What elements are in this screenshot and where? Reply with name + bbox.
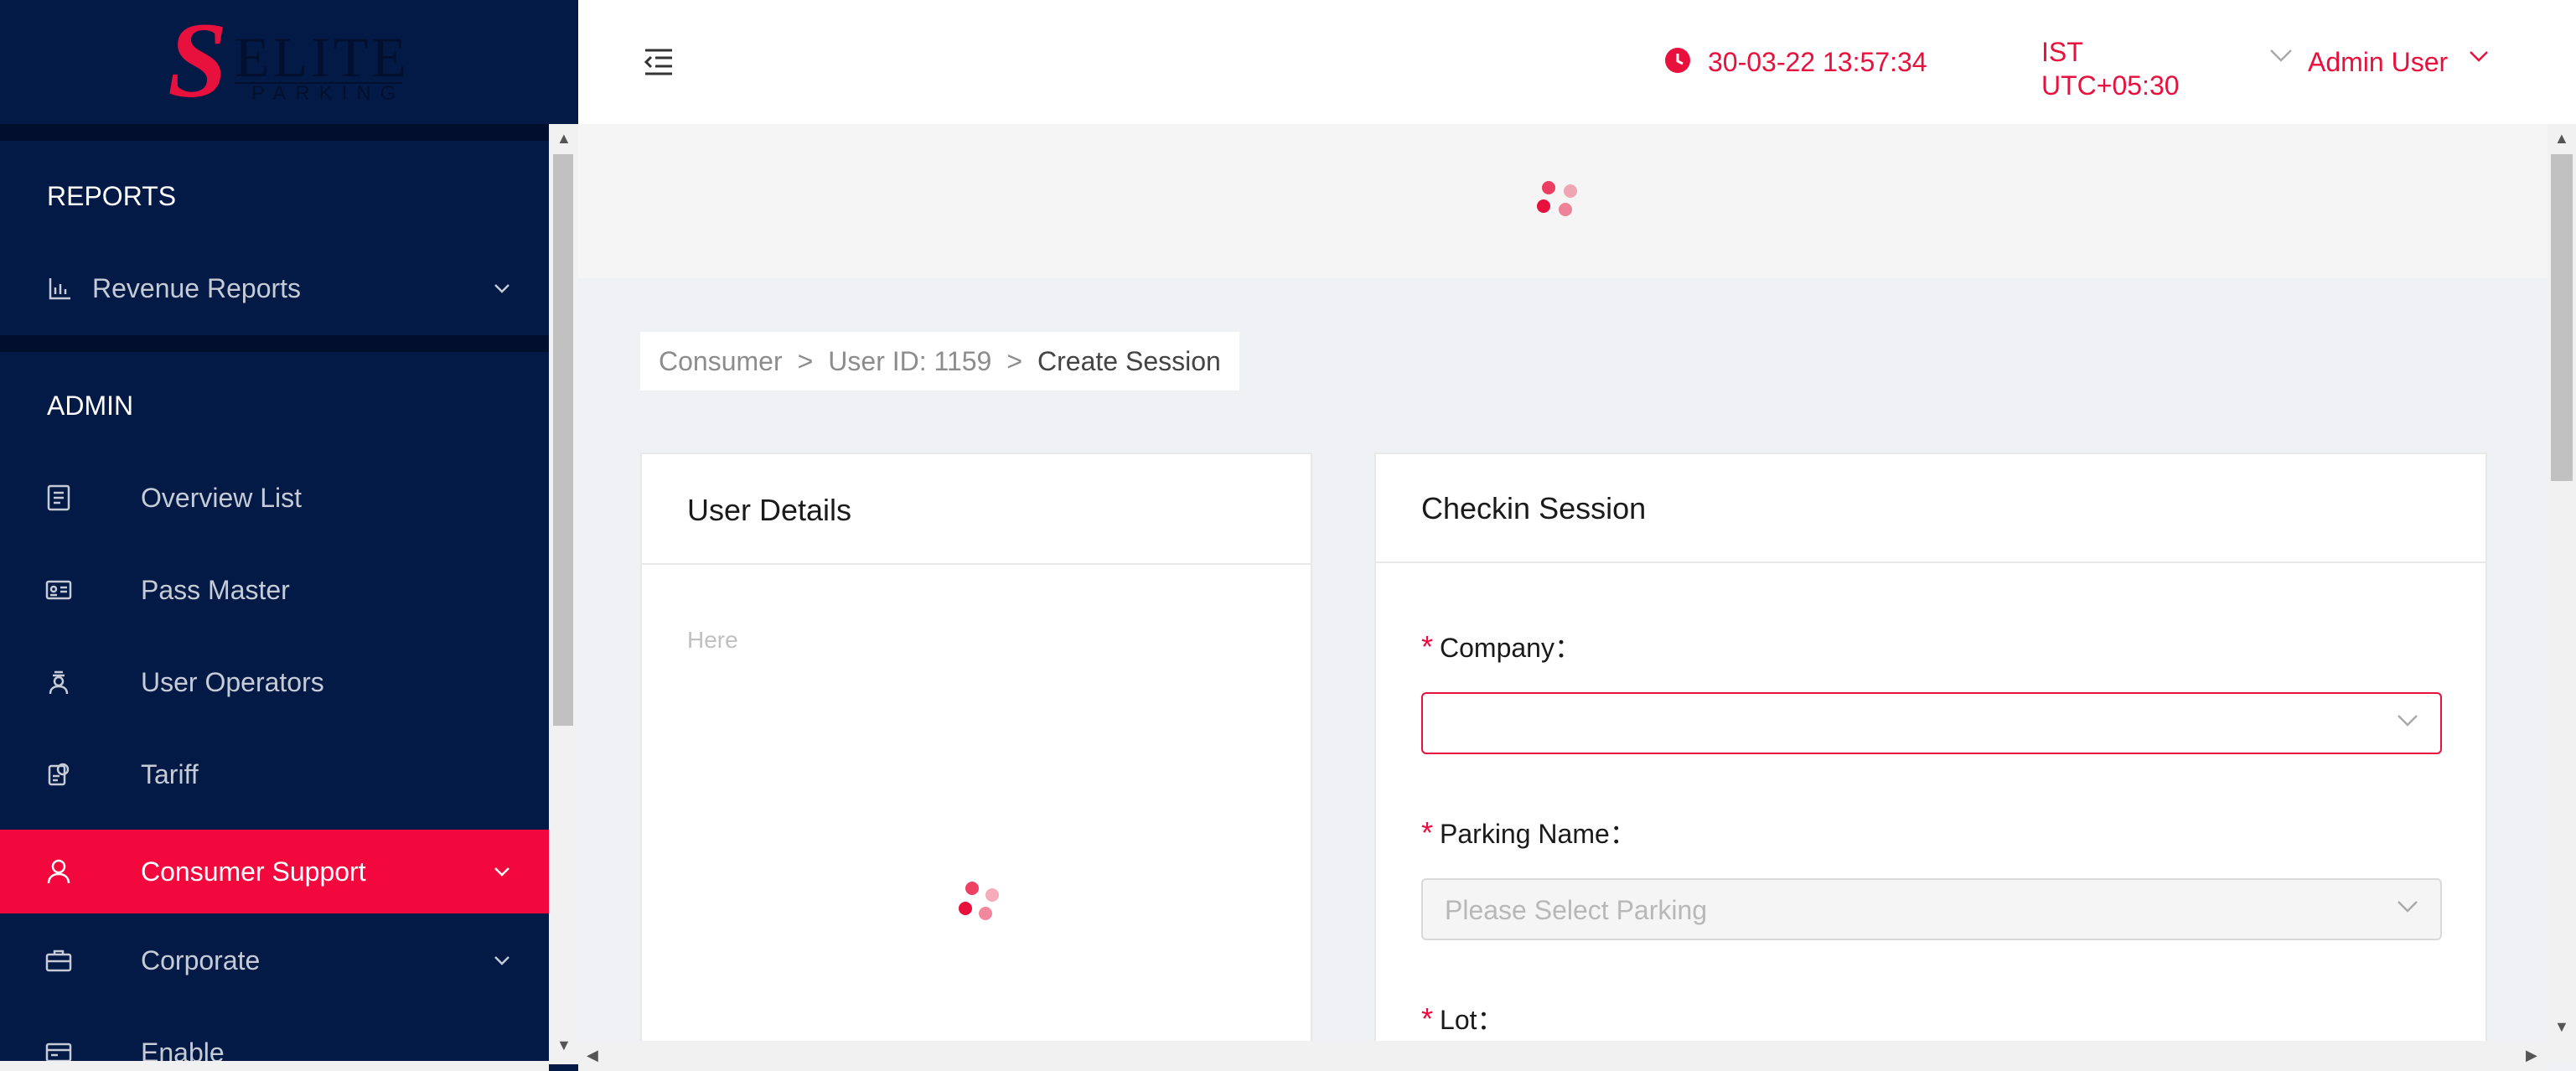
- sidebar-item-label: Tariff: [141, 758, 199, 789]
- required-asterisk: *: [1421, 1001, 1434, 1036]
- chevron-down-icon: [490, 860, 514, 883]
- id-card-icon: [44, 575, 74, 605]
- sidebar-item-label: User Operators: [141, 666, 324, 697]
- logo-letter: S: [168, 1, 228, 120]
- breadcrumb-current: Create Session: [1037, 345, 1221, 376]
- breadcrumb-separator: >: [1006, 345, 1023, 376]
- timezone-abbreviation[interactable]: IST: [2041, 34, 2083, 70]
- scroll-right-arrow-icon[interactable]: ▶: [2526, 1048, 2537, 1063]
- sidebar-horizontal-scrollbar[interactable]: [0, 1061, 549, 1071]
- user-details-card: User Details Here: [640, 453, 1312, 1056]
- section-reports-heading: REPORTS: [47, 181, 177, 211]
- user-details-title: User Details: [687, 493, 852, 527]
- operator-icon: [44, 667, 74, 697]
- sidebar-item-label: Corporate: [141, 944, 261, 975]
- sidebar-item-tariff[interactable]: Tariff: [0, 732, 549, 816]
- sidebar-item-consumer-support[interactable]: Consumer Support: [0, 830, 549, 913]
- loading-spinner-icon: [959, 882, 1007, 929]
- lot-label: * Lot：: [1421, 1001, 1504, 1036]
- sidebar-item-overview-list[interactable]: Overview List: [0, 456, 549, 540]
- required-asterisk: *: [1421, 815, 1434, 850]
- logo-word: ELITE: [235, 25, 410, 89]
- user-menu[interactable]: Admin User: [2308, 47, 2448, 78]
- logo-subtitle: PARKING: [251, 82, 406, 105]
- scroll-up-arrow-icon[interactable]: ▲: [556, 131, 572, 146]
- sidebar-divider: [0, 335, 549, 352]
- main-horizontal-scrollbar[interactable]: [578, 1041, 2548, 1071]
- sidebar-scrollbar-thumb[interactable]: [553, 154, 573, 726]
- breadcrumb: Consumer > User ID: 1159 > Create Sessio…: [640, 332, 1239, 391]
- scroll-down-arrow-icon[interactable]: ▼: [2554, 1019, 2569, 1034]
- sidebar-item-user-operators[interactable]: User Operators: [0, 640, 549, 724]
- timezone-offset[interactable]: UTC+05:30: [2041, 70, 2180, 101]
- chevron-down-icon: [490, 277, 514, 300]
- parking-name-select[interactable]: Please Select Parking: [1421, 878, 2442, 940]
- user-menu-chevron-down-icon[interactable]: [2469, 50, 2489, 70]
- current-datetime: 30-03-22 13:57:34: [1708, 47, 1927, 77]
- parking-name-label: * Parking Name：: [1421, 815, 1637, 850]
- briefcase-icon: [44, 945, 74, 975]
- main-scrollbar-thumb[interactable]: [2551, 154, 2573, 481]
- sidebar-item-label: Overview List: [141, 482, 303, 513]
- chevron-down-icon: [2397, 714, 2418, 736]
- clock-icon: [1664, 47, 1691, 74]
- tariff-icon: [44, 759, 74, 789]
- bar-chart-icon: [45, 273, 75, 303]
- section-admin-heading: ADMIN: [47, 391, 134, 421]
- chevron-down-icon: [2397, 900, 2418, 922]
- scroll-down-arrow-icon[interactable]: ▼: [556, 1037, 572, 1053]
- checkin-session-card: Checkin Session * Company： * Parking Name：…: [1374, 453, 2487, 1056]
- card-divider: [1376, 561, 2485, 563]
- loading-banner: [578, 124, 2548, 278]
- timezone-chevron-down-icon[interactable]: [2269, 49, 2293, 72]
- sidebar-item-label: Consumer Support: [141, 856, 366, 887]
- checkin-session-title: Checkin Session: [1421, 491, 1647, 525]
- scroll-up-arrow-icon[interactable]: ▲: [2554, 131, 2569, 146]
- logo-area: S ELITE PARKING: [0, 0, 578, 124]
- breadcrumb-user-id[interactable]: User ID: 1159: [828, 346, 991, 377]
- breadcrumb-consumer[interactable]: Consumer: [659, 346, 783, 377]
- company-select[interactable]: [1421, 692, 2442, 754]
- required-asterisk: *: [1421, 629, 1434, 664]
- menu-collapse-icon[interactable]: [642, 45, 675, 79]
- user-details-text: Here: [687, 627, 738, 653]
- list-document-icon: [44, 483, 74, 513]
- sidebar-divider: [0, 124, 549, 141]
- breadcrumb-separator: >: [797, 345, 814, 376]
- sidebar-item-label: Pass Master: [141, 574, 290, 605]
- chevron-down-icon: [490, 949, 514, 972]
- loading-spinner-icon: [1537, 181, 1589, 228]
- top-header: 30-03-22 13:57:34 IST UTC+05:30 Admin Us…: [578, 0, 2576, 124]
- company-label: * Company：: [1421, 629, 1581, 664]
- user-icon: [44, 856, 74, 887]
- sidebar-item-revenue-reports[interactable]: Revenue Reports: [0, 246, 549, 330]
- sidebar: S ELITE PARKING REPORTS Revenue Reports …: [0, 0, 578, 1071]
- parking-name-placeholder: Please Select Parking: [1445, 895, 1708, 925]
- scroll-left-arrow-icon[interactable]: ◀: [587, 1048, 598, 1063]
- sidebar-item-corporate[interactable]: Corporate: [0, 918, 549, 1002]
- card-divider: [642, 563, 1311, 565]
- sidebar-item-pass-master[interactable]: Pass Master: [0, 548, 549, 632]
- sidebar-item-label: Revenue Reports: [92, 272, 302, 303]
- elite-parking-logo[interactable]: S ELITE PARKING: [168, 7, 411, 114]
